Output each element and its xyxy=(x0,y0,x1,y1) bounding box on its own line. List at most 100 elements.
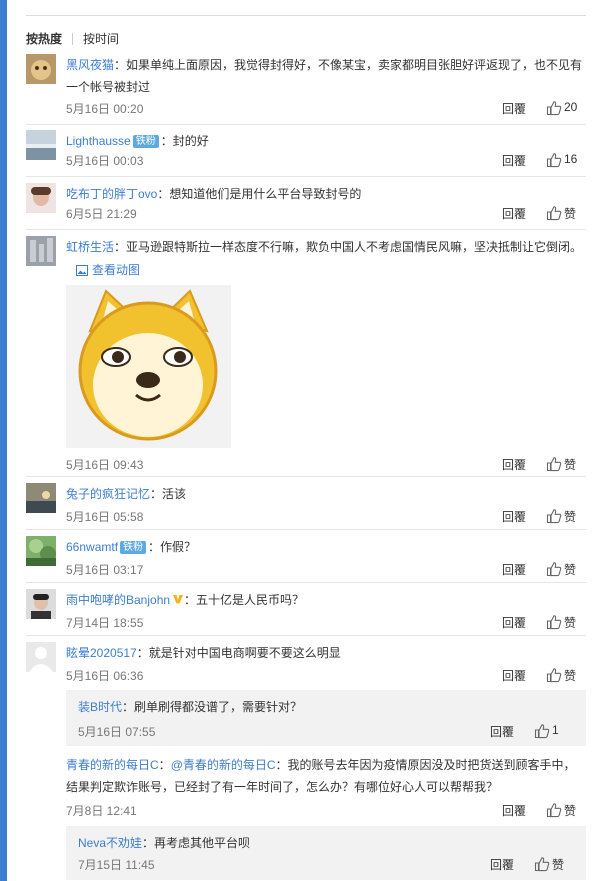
doge-emoji xyxy=(78,289,218,441)
doge-sticker-image[interactable] xyxy=(66,285,231,448)
commenter-name[interactable]: 眩晕2020517 xyxy=(66,646,137,660)
comment-time: 7月14日 18:55 xyxy=(66,616,144,630)
thread-reply: 青春的新的每日C：@青春的新的每日C：我的账号去年因为疫情原因没及时把货送到顾客… xyxy=(66,754,586,818)
reply-button[interactable]: 回覆 xyxy=(502,614,526,631)
image-icon xyxy=(76,265,88,276)
like-count: 赞 xyxy=(564,616,577,630)
thumbs-up-icon xyxy=(534,857,550,872)
commenter-name[interactable]: 装B时代 xyxy=(78,700,122,714)
sub-reply: Neva不劝娃：再考虑其他平台呗 7月15日 11:45 回覆 赞 xyxy=(66,826,586,880)
commenter-name[interactable]: 兔子的疯狂记忆 xyxy=(66,487,150,501)
thumbs-up-icon xyxy=(546,562,562,577)
mention-link[interactable]: @青春的新的每日C xyxy=(171,758,276,772)
like-count: 赞 xyxy=(564,669,577,683)
like-count: 16 xyxy=(564,152,578,166)
thumbs-up-icon xyxy=(546,206,562,221)
like-button[interactable]: 16 xyxy=(546,152,586,168)
comment-meta: 5月16日 03:17 回覆 赞 xyxy=(66,561,586,577)
commenter-name[interactable]: 黑风夜猫 xyxy=(66,58,114,72)
thumbs-up-icon xyxy=(546,509,562,524)
reply-button[interactable]: 回覆 xyxy=(502,152,526,169)
comment-text: 吃布丁的胖丁ovo：想知道他们是用什么平台导致封号的 xyxy=(66,187,362,201)
sub-reply-text: Neva不劝娃：再考虑其他平台呗 xyxy=(78,836,251,850)
commenter-name[interactable]: 青春的新的每日C xyxy=(66,758,159,772)
comment-meta: 5月16日 06:36 回覆 赞 xyxy=(66,667,586,683)
reply-button[interactable]: 回覆 xyxy=(490,723,514,740)
like-button[interactable]: 赞 xyxy=(546,561,586,577)
comment-time: 6月5日 21:29 xyxy=(66,207,137,221)
comment-time: 5月16日 06:36 xyxy=(66,669,144,683)
commenter-name[interactable]: 吃布丁的胖丁ovo xyxy=(66,187,157,201)
comment-time: 7月15日 11:45 xyxy=(78,858,155,872)
avatar[interactable] xyxy=(26,483,56,513)
like-count: 赞 xyxy=(564,563,577,577)
like-button[interactable]: 赞 xyxy=(546,456,586,472)
sort-divider xyxy=(72,32,74,45)
avatar[interactable] xyxy=(26,130,56,160)
comment-meta: 5月16日 00:20 回覆 20 xyxy=(66,100,586,116)
like-count: 1 xyxy=(552,723,559,737)
comment-time: 5月16日 07:55 xyxy=(78,725,156,739)
commenter-name[interactable]: 雨中咆哮的Banjohn xyxy=(66,593,170,607)
comment-meta: 5月16日 00:03 回覆 16 xyxy=(66,152,586,168)
reply-button[interactable]: 回覆 xyxy=(502,667,526,684)
reply-button[interactable]: 回覆 xyxy=(502,456,526,473)
commenter-name[interactable]: Neva不劝娃 xyxy=(78,836,142,850)
thumbs-up-icon xyxy=(546,153,562,168)
reply-button[interactable]: 回覆 xyxy=(502,561,526,578)
fan-badge: 铁粉 xyxy=(132,135,159,148)
like-count: 赞 xyxy=(552,858,565,872)
avatar[interactable] xyxy=(26,236,56,266)
comment-text: 黑风夜猫：如果单纯上面原因，我觉得封得好，不像某宝，卖家都明目张胆好评返现了，也… xyxy=(66,58,583,94)
like-count: 赞 xyxy=(564,804,577,818)
like-button[interactable]: 赞 xyxy=(546,802,586,818)
like-button[interactable]: 赞 xyxy=(546,667,586,683)
sort-by-time[interactable]: 按时间 xyxy=(83,30,119,47)
reply-button[interactable]: 回覆 xyxy=(502,205,526,222)
comment-meta: 5月16日 09:43 回覆 赞 xyxy=(66,456,586,472)
comment-meta: 5月16日 07:55 回覆 1 xyxy=(78,723,574,739)
thumbs-up-icon xyxy=(546,457,562,472)
comment-item: 虹桥生活：亚马逊跟特斯拉一样态度不行嘛，欺负中国人不考虑国情民风嘛，坚决抵制让它… xyxy=(26,236,586,477)
comment-time: 5月16日 00:03 xyxy=(66,154,144,168)
avatar[interactable] xyxy=(26,642,56,672)
avatar[interactable] xyxy=(26,536,56,566)
comment-text: 虹桥生活：亚马逊跟特斯拉一样态度不行嘛，欺负中国人不考虑国情民风嘛，坚决抵制让它… xyxy=(66,240,583,254)
comment-time: 5月16日 03:17 xyxy=(66,563,144,577)
comment-meta: 7月8日 12:41 回覆 赞 xyxy=(66,802,586,818)
fan-badge: 铁粉 xyxy=(120,541,147,554)
avatar[interactable] xyxy=(26,589,56,619)
like-button[interactable]: 赞 xyxy=(546,205,586,221)
comment-text: 雨中咆哮的Banjohn ：五十亿是人民币吗？ xyxy=(66,593,305,607)
commenter-name[interactable]: 虹桥生活 xyxy=(66,240,114,254)
reply-button[interactable]: 回覆 xyxy=(502,802,526,819)
commenter-name[interactable]: Lighthausse xyxy=(66,134,131,148)
like-button[interactable]: 赞 xyxy=(534,856,574,872)
commenter-name[interactable]: 66nwamtf xyxy=(66,540,118,554)
reply-button[interactable]: 回覆 xyxy=(502,508,526,525)
like-count: 20 xyxy=(564,100,578,114)
like-button[interactable]: 1 xyxy=(534,723,574,739)
thumbs-up-icon xyxy=(546,101,562,116)
comment-meta: 5月16日 05:58 回覆 赞 xyxy=(66,508,586,524)
left-accent-bar xyxy=(0,0,7,881)
comment-item: 眩晕2020517：就是针对中国电商啊要不要这么明显 5月16日 06:36 回… xyxy=(26,642,586,880)
avatar[interactable] xyxy=(26,183,56,213)
like-count: 赞 xyxy=(564,207,577,221)
reply-button[interactable]: 回覆 xyxy=(502,100,526,117)
thumbs-up-icon xyxy=(534,724,550,739)
comment-text: 66nwamtf 铁粉 ：作假？ xyxy=(66,540,197,554)
comment-text: Lighthausse 铁粉 ：封的好 xyxy=(66,134,209,148)
avatar[interactable] xyxy=(26,54,56,84)
thread-reply-text: 青春的新的每日C：@青春的新的每日C：我的账号去年因为疫情原因没及时把货送到顾客… xyxy=(66,758,576,794)
comment-text: 眩晕2020517：就是针对中国电商啊要不要这么明显 xyxy=(66,646,341,660)
reply-button[interactable]: 回覆 xyxy=(490,856,514,873)
comment-item: 黑风夜猫：如果单纯上面原因，我觉得封得好，不像某宝，卖家都明目张胆好评返现了，也… xyxy=(26,54,586,125)
like-button[interactable]: 20 xyxy=(546,100,586,116)
comment-time: 5月16日 09:43 xyxy=(66,458,144,472)
like-button[interactable]: 赞 xyxy=(546,508,586,524)
sort-by-hot[interactable]: 按热度 xyxy=(26,30,62,47)
like-button[interactable]: 赞 xyxy=(546,614,586,630)
view-gif-link[interactable]: 查看动图 xyxy=(76,261,140,278)
comment-time: 5月16日 00:20 xyxy=(66,102,144,116)
